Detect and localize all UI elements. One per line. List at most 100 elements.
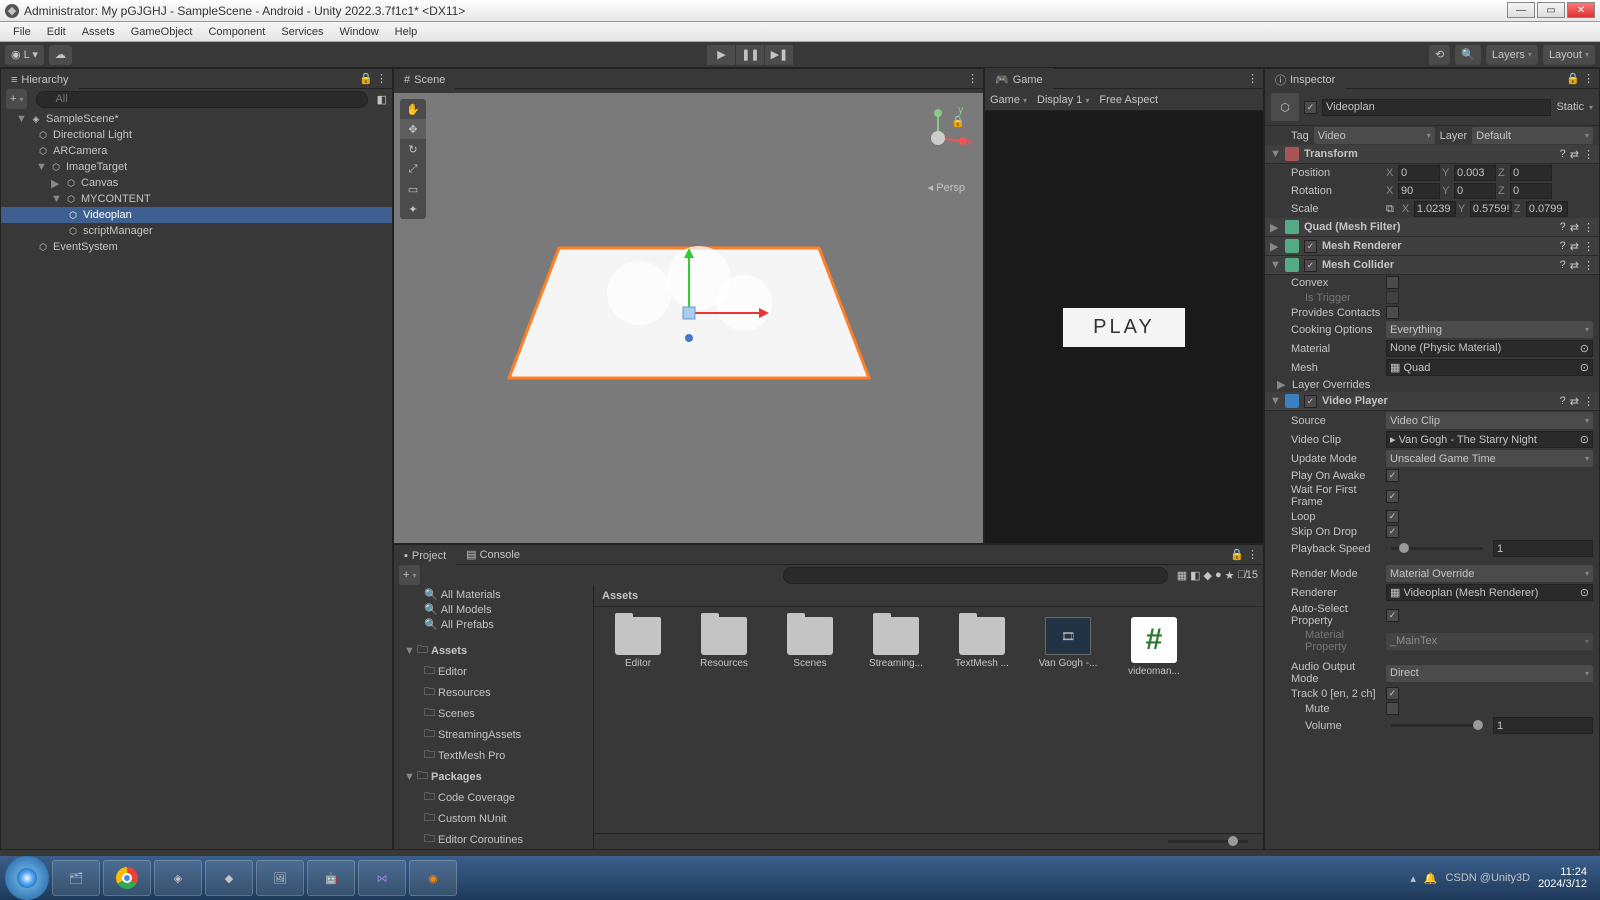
taskbar-unity-button[interactable]: ◈ [154,860,202,896]
mute-checkbox[interactable] [1386,702,1399,715]
close-button[interactable]: ✕ [1567,2,1595,18]
maximize-button[interactable]: ▭ [1537,2,1565,18]
mesh-collider-enabled[interactable] [1304,259,1317,272]
create-dropdown[interactable]: +▾ [6,89,27,109]
folder-item[interactable]: 🗀TextMesh Pro [394,745,593,766]
rotation-y-input[interactable] [1454,183,1496,199]
folder-item[interactable]: 🗀Resources [394,682,593,703]
tree-item[interactable]: ▼⬡ImageTarget [1,159,392,175]
menu-edit[interactable]: Edit [39,24,74,40]
menu-file[interactable]: File [5,24,39,40]
render-mode-dropdown[interactable]: Material Override▾ [1386,565,1593,582]
view-tool[interactable]: ✋ [400,99,426,119]
folder-item[interactable]: ▼🗀Packages [394,766,593,787]
game-tab[interactable]: 🎮Game [985,68,1053,89]
account-button[interactable]: ◉L ▾ [5,45,44,65]
filter-icon[interactable]: ● [1215,569,1222,581]
play-on-awake-checkbox[interactable] [1386,469,1399,482]
play-button[interactable]: ▶ [707,45,735,65]
inspector-tab[interactable]: ⓘInspector [1265,68,1345,91]
inspector-lock-icon[interactable]: 🔒 [1566,72,1580,85]
filter-item[interactable]: 🔍All Materials [394,587,593,602]
volume-slider[interactable] [1391,724,1483,727]
layer-dropdown[interactable]: Default▾ [1472,127,1593,144]
provides-contacts-checkbox[interactable] [1386,306,1399,319]
search-filter-icon[interactable]: ◧ [377,93,387,106]
loop-checkbox[interactable] [1386,510,1399,523]
asset-script[interactable]: #videoman... [1120,617,1188,677]
menu-assets[interactable]: Assets [74,24,123,40]
game-play-button[interactable]: PLAY [1063,308,1185,347]
asset-video[interactable]: 🎞Van Gogh -... [1034,617,1102,669]
hierarchy-menu-icon[interactable]: ⋮ [376,72,387,85]
tree-item[interactable]: ▶⬡Canvas [1,175,392,191]
folder-item[interactable]: ▼🗀Assets [394,640,593,661]
project-tab[interactable]: ▪Project [394,545,456,565]
auto-select-checkbox[interactable] [1386,609,1399,622]
mesh-field[interactable]: ▦ Quad⊙ [1386,359,1593,376]
clock-date[interactable]: 2024/3/12 [1538,878,1587,890]
layer-overrides-label[interactable]: Layer Overrides [1292,379,1370,391]
tree-item-scene[interactable]: ▼◈SampleScene* [1,111,392,127]
taskbar-photos-button[interactable]: 🖼 [256,860,304,896]
filter-icon[interactable]: ▦ [1177,569,1187,582]
filter-icon[interactable]: ★ [1225,569,1235,582]
component-menu-icon[interactable]: ⋮ [1583,148,1594,161]
tree-item[interactable]: ▼⬡MYCONTENT [1,191,392,207]
mesh-renderer-header[interactable]: ▶Mesh Renderer?⇄⋮ [1265,237,1599,256]
source-dropdown[interactable]: Video Clip▾ [1386,412,1593,429]
menu-services[interactable]: Services [273,24,331,40]
taskbar-chrome-button[interactable] [103,860,151,896]
filter-icon[interactable]: ◧ [1190,569,1200,582]
taskbar-vs-button[interactable]: ⋈ [358,860,406,896]
scene-tab[interactable]: #Scene [394,69,455,89]
tree-item-selected[interactable]: ⬡Videoplan [1,207,392,223]
mesh-filter-header[interactable]: ▶Quad (Mesh Filter)?⇄⋮ [1265,218,1599,237]
filter-item[interactable]: 🔍All Prefabs [394,617,593,632]
step-button[interactable]: ▶❚ [765,45,793,65]
cloud-button[interactable]: ☁ [49,45,72,65]
scale-tool[interactable]: ⤢ [400,159,426,179]
start-button[interactable] [5,856,49,900]
tree-item[interactable]: ⬡ARCamera [1,143,392,159]
filter-icon[interactable]: ◆ [1204,569,1212,582]
inspector-menu-icon[interactable]: ⋮ [1583,72,1594,85]
help-icon[interactable]: ? [1560,148,1566,161]
tag-dropdown[interactable]: Video▾ [1314,127,1435,144]
move-tool[interactable]: ✥ [400,119,426,139]
asset-folder[interactable]: Streaming... [862,617,930,669]
video-player-header[interactable]: ▼Video Player?⇄⋮ [1265,392,1599,411]
folder-item[interactable]: 🗀Custom NUnit [394,808,593,829]
tree-item[interactable]: ⬡scriptManager [1,223,392,239]
skip-on-drop-checkbox[interactable] [1386,525,1399,538]
scale-z-input[interactable] [1526,201,1568,217]
layers-dropdown[interactable]: Layers▾ [1486,45,1538,65]
minimize-button[interactable]: — [1507,2,1535,18]
scene-viewport[interactable]: ✋ ✥ ↻ ⤢ ▭ ✦ [394,93,983,543]
aspect-dropdown[interactable]: Free Aspect [1099,94,1158,106]
playback-speed-input[interactable] [1493,540,1593,557]
convex-checkbox[interactable] [1386,276,1399,289]
hierarchy-tab[interactable]: ≡Hierarchy [1,69,79,89]
game-menu-icon[interactable]: ⋮ [1247,73,1258,85]
position-y-input[interactable] [1454,165,1496,181]
console-tab[interactable]: ▤ Console [456,545,530,564]
menu-window[interactable]: Window [332,24,387,40]
asset-folder[interactable]: Resources [690,617,758,669]
video-clip-field[interactable]: ▸ Van Gogh - The Starry Night⊙ [1386,431,1593,448]
tray-icon[interactable]: ▴ [1410,872,1416,885]
rect-tool[interactable]: ▭ [400,179,426,199]
physic-material-field[interactable]: None (Physic Material)⊙ [1386,340,1593,357]
wait-first-frame-checkbox[interactable] [1386,490,1399,503]
playback-speed-slider[interactable] [1391,547,1483,550]
transform-tool[interactable]: ✦ [400,199,426,219]
project-menu-icon[interactable]: ⋮ [1247,548,1258,561]
taskbar-unityhub-button[interactable]: ◆ [205,860,253,896]
folder-item[interactable]: 🗀Scenes [394,703,593,724]
position-x-input[interactable] [1398,165,1440,181]
asset-folder[interactable]: Scenes [776,617,844,669]
mesh-renderer-enabled[interactable] [1304,240,1317,253]
pause-button[interactable]: ❚❚ [736,45,764,65]
rotation-z-input[interactable] [1510,183,1552,199]
update-mode-dropdown[interactable]: Unscaled Game Time▾ [1386,450,1593,467]
